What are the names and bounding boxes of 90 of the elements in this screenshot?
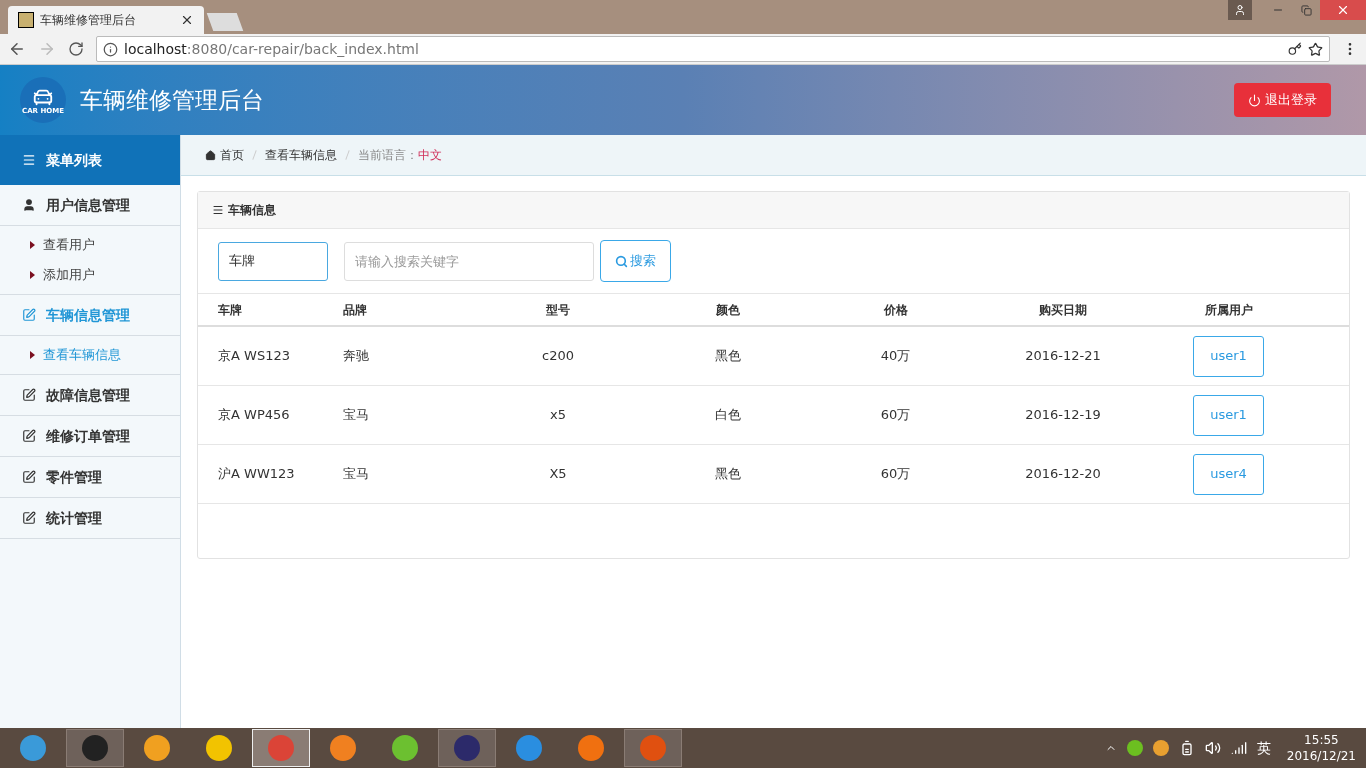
- column-header: 价格: [882, 301, 909, 319]
- info-icon[interactable]: [103, 41, 118, 57]
- restore-icon: [1300, 4, 1312, 16]
- address-bar[interactable]: localhost:8080/car-repair/back_index.html: [96, 36, 1330, 62]
- column-header: 型号: [545, 301, 571, 319]
- caret-icon: [30, 241, 35, 249]
- app-icon: [515, 734, 543, 762]
- tray-app-icon[interactable]: [1152, 740, 1169, 756]
- column-header: 品牌: [343, 301, 368, 319]
- home-icon: [205, 149, 216, 161]
- table-cell-text: 2016-12-20: [1024, 465, 1102, 484]
- app-icon: [81, 734, 109, 762]
- user-icon: [22, 198, 36, 212]
- new-tab-button[interactable]: [206, 13, 244, 31]
- edit-icon: [22, 511, 36, 525]
- menu-group[interactable]: 统计管理: [0, 498, 180, 538]
- menu-group[interactable]: 故障信息管理: [0, 375, 180, 415]
- table-cell-text: 奔驰: [343, 347, 370, 366]
- logout-button[interactable]: 退出登录: [1234, 83, 1331, 117]
- caret-icon: [30, 351, 35, 359]
- table-cell-text: 白色: [714, 406, 742, 425]
- breadcrumb-current[interactable]: 查看车辆信息: [265, 146, 337, 164]
- menu-group[interactable]: 零件管理: [0, 457, 180, 497]
- close-icon[interactable]: [180, 13, 194, 27]
- user-icon: [1234, 4, 1246, 16]
- power-icon: [1248, 93, 1261, 107]
- menu-group[interactable]: 维修订单管理: [0, 416, 180, 456]
- list-icon: [22, 153, 36, 167]
- table-cell-text: x5: [549, 406, 567, 425]
- table-cell-text: 2016-12-19: [1024, 406, 1102, 425]
- taskbar-app[interactable]: [438, 729, 496, 767]
- column-header: 购买日期: [1038, 301, 1088, 319]
- url-text: localhost:8080/car-repair/back_index.html: [124, 39, 419, 59]
- table-cell-text: 60万: [879, 406, 912, 425]
- app-icon: [329, 734, 357, 762]
- edit-icon: [22, 308, 36, 322]
- ime-indicator[interactable]: 英: [1256, 737, 1271, 759]
- search-icon: [615, 254, 628, 268]
- app-icon: [639, 734, 667, 762]
- caret-icon: [30, 271, 35, 279]
- app-icon: [143, 734, 171, 762]
- sidebar-header: 菜单列表: [0, 135, 180, 185]
- star-icon[interactable]: [1308, 41, 1323, 57]
- menu-item[interactable]: 查看用户: [0, 230, 180, 260]
- app-icon: [205, 734, 233, 762]
- table-cell-text: 黑色: [714, 465, 742, 484]
- app-icon: [391, 734, 419, 762]
- panel-title: 车辆信息: [198, 192, 1349, 229]
- app-title: 车辆维修管理后台: [80, 85, 264, 115]
- search-field[interactable]: 请输入搜索关键字: [344, 241, 594, 281]
- menu-group[interactable]: 用户信息管理: [0, 185, 180, 225]
- browser-tab[interactable]: 车辆维修管理后台: [8, 6, 204, 34]
- table-cell-text: 2016-12-21: [1024, 347, 1102, 366]
- table-cell-text: 宝马: [343, 465, 370, 484]
- app-icon: [19, 734, 47, 762]
- favicon-icon: [18, 12, 34, 28]
- column-header: 颜色: [715, 301, 741, 319]
- table-cell-text: c200: [541, 347, 575, 366]
- table-cell-text: 40万: [879, 347, 912, 366]
- clock[interactable]: 15:55 2016/12/21: [1280, 732, 1362, 764]
- app-icon: [453, 734, 481, 762]
- language-label: 当前语言：中文: [358, 147, 442, 164]
- key-icon[interactable]: [1288, 42, 1302, 56]
- back-icon[interactable]: [8, 40, 26, 58]
- tab-title: 车辆维修管理后台: [40, 12, 137, 29]
- column-header: 车牌: [218, 301, 243, 319]
- table-cell-text: 宝马: [343, 406, 370, 425]
- table-cell-text: 京A WS123: [218, 347, 291, 366]
- table-cell-text: 京A WP456: [218, 406, 291, 425]
- edit-icon: [22, 470, 36, 484]
- list-icon: [212, 204, 224, 216]
- volume-icon[interactable]: [1204, 740, 1221, 756]
- table-cell-text: 黑色: [714, 347, 742, 366]
- table-cell-text: X5: [548, 465, 568, 484]
- column-header: 所属用户: [1203, 301, 1254, 319]
- taskbar-app[interactable]: [66, 729, 124, 767]
- signal-icon[interactable]: [1230, 740, 1247, 756]
- reload-icon[interactable]: [68, 41, 84, 57]
- menu-item[interactable]: 添加用户: [0, 260, 180, 290]
- edit-icon: [22, 388, 36, 402]
- tray-app-icon[interactable]: [1126, 740, 1143, 756]
- filter-select[interactable]: 车牌: [218, 241, 328, 281]
- home-link[interactable]: 首页: [205, 146, 244, 164]
- close-icon: [1336, 3, 1350, 17]
- edit-icon: [22, 429, 36, 443]
- app-icon: [267, 734, 295, 762]
- app-icon: [577, 734, 605, 762]
- profile-button[interactable]: [1228, 0, 1252, 20]
- table-cell-text: 沪A WW123: [218, 465, 296, 484]
- table-cell-text: 60万: [879, 465, 912, 484]
